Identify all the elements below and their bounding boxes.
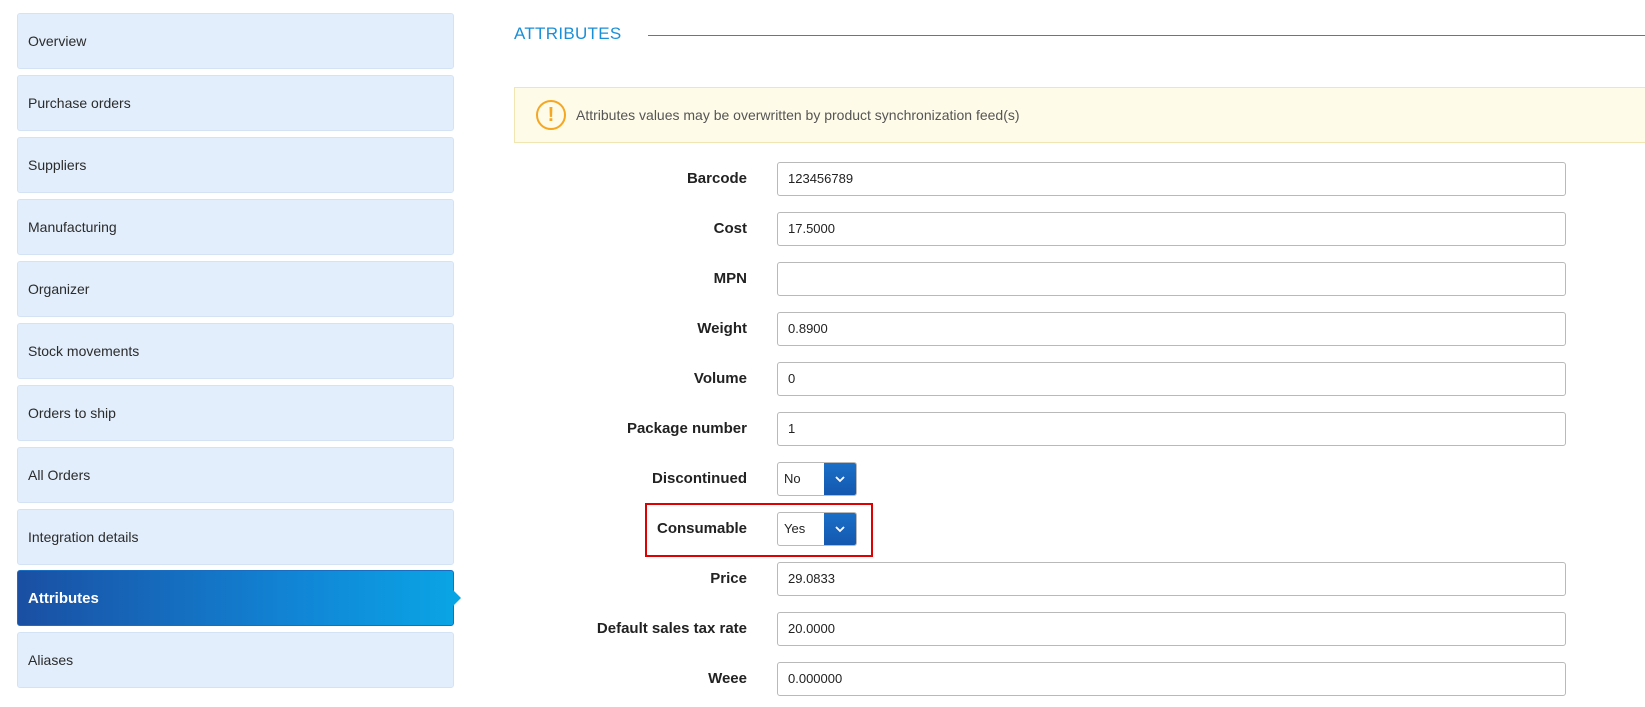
field-row-volume: Volume 0 xyxy=(560,362,1570,396)
sidebar-item-label: Manufacturing xyxy=(28,219,117,235)
sidebar-item-label: Suppliers xyxy=(28,157,87,173)
field-row-barcode: Barcode 123456789 xyxy=(560,162,1570,196)
volume-label: Volume xyxy=(693,370,747,387)
sidebar-item-aliases[interactable]: Aliases xyxy=(17,632,454,688)
sidebar-item-label: Organizer xyxy=(28,281,90,297)
sidebar-item-label: Integration details xyxy=(28,529,139,545)
field-row-weee: Weee 0.000000 xyxy=(560,662,1570,696)
consumable-value: Yes xyxy=(784,521,806,536)
weee-input[interactable]: 0.000000 xyxy=(777,662,1566,696)
barcode-input[interactable]: 123456789 xyxy=(777,162,1566,196)
consumable-select[interactable]: Yes xyxy=(777,512,857,546)
price-label: Price xyxy=(710,570,747,587)
default-sales-tax-rate-input[interactable]: 20.0000 xyxy=(777,612,1566,646)
package-number-label: Package number xyxy=(626,420,747,437)
field-row-price: Price 29.0833 xyxy=(560,562,1570,596)
discontinued-label: Discontinued xyxy=(651,470,747,487)
mpn-input[interactable] xyxy=(777,262,1566,296)
discontinued-value: No xyxy=(784,471,801,486)
sidebar-item-label: Purchase orders xyxy=(28,95,131,111)
volume-input[interactable]: 0 xyxy=(777,362,1566,396)
notice-text: Attributes values may be overwritten by … xyxy=(576,107,1020,123)
warning-notice: ! Attributes values may be overwritten b… xyxy=(514,87,1645,143)
sidebar-item-overview[interactable]: Overview xyxy=(17,13,454,69)
sidebar-item-organizer[interactable]: Organizer xyxy=(17,261,454,317)
field-row-consumable: Consumable Yes xyxy=(560,512,1570,546)
exclamation-circle-icon: ! xyxy=(536,100,566,130)
chevron-down-icon[interactable] xyxy=(824,463,856,495)
sidebar-item-label: Aliases xyxy=(28,652,74,668)
discontinued-select[interactable]: No xyxy=(777,462,857,496)
sidebar-item-integration-details[interactable]: Integration details xyxy=(17,509,454,565)
sidebar-item-stock-movements[interactable]: Stock movements xyxy=(17,323,454,379)
sidebar-item-manufacturing[interactable]: Manufacturing xyxy=(17,199,454,255)
price-input[interactable]: 29.0833 xyxy=(777,562,1566,596)
field-row-cost: Cost 17.5000 xyxy=(560,212,1570,246)
section-title: ATTRIBUTES xyxy=(514,24,622,43)
consumable-label: Consumable xyxy=(656,520,747,537)
field-row-default-sales-tax-rate: Default sales tax rate 20.0000 xyxy=(560,612,1570,646)
sidebar-item-label: Orders to ship xyxy=(28,405,116,421)
field-row-mpn: MPN xyxy=(560,262,1570,296)
cost-input[interactable]: 17.5000 xyxy=(777,212,1566,246)
default-sales-tax-rate-label: Default sales tax rate xyxy=(596,620,747,637)
field-row-discontinued: Discontinued No xyxy=(560,462,1570,496)
sidebar-item-suppliers[interactable]: Suppliers xyxy=(17,137,454,193)
field-row-weight: Weight 0.8900 xyxy=(560,312,1570,346)
sidebar-item-all-orders[interactable]: All Orders xyxy=(17,447,454,503)
sidebar-item-purchase-orders[interactable]: Purchase orders xyxy=(17,75,454,131)
weee-label: Weee xyxy=(708,670,747,687)
mpn-label: MPN xyxy=(713,270,747,287)
weight-label: Weight xyxy=(697,320,747,337)
sidebar-item-label: Overview xyxy=(28,33,87,49)
sidebar-item-orders-to-ship[interactable]: Orders to ship xyxy=(17,385,454,441)
sidebar-item-label: Attributes xyxy=(28,589,99,607)
sidebar-item-attributes[interactable]: Attributes xyxy=(17,570,461,626)
weight-input[interactable]: 0.8900 xyxy=(777,312,1566,346)
sidebar-item-label: All Orders xyxy=(28,467,91,483)
section-divider xyxy=(648,35,1645,36)
barcode-label: Barcode xyxy=(686,170,747,187)
sidebar-item-label: Stock movements xyxy=(28,343,140,359)
cost-label: Cost xyxy=(713,220,747,237)
field-row-package-number: Package number 1 xyxy=(560,412,1570,446)
chevron-down-icon[interactable] xyxy=(824,513,856,545)
package-number-input[interactable]: 1 xyxy=(777,412,1566,446)
